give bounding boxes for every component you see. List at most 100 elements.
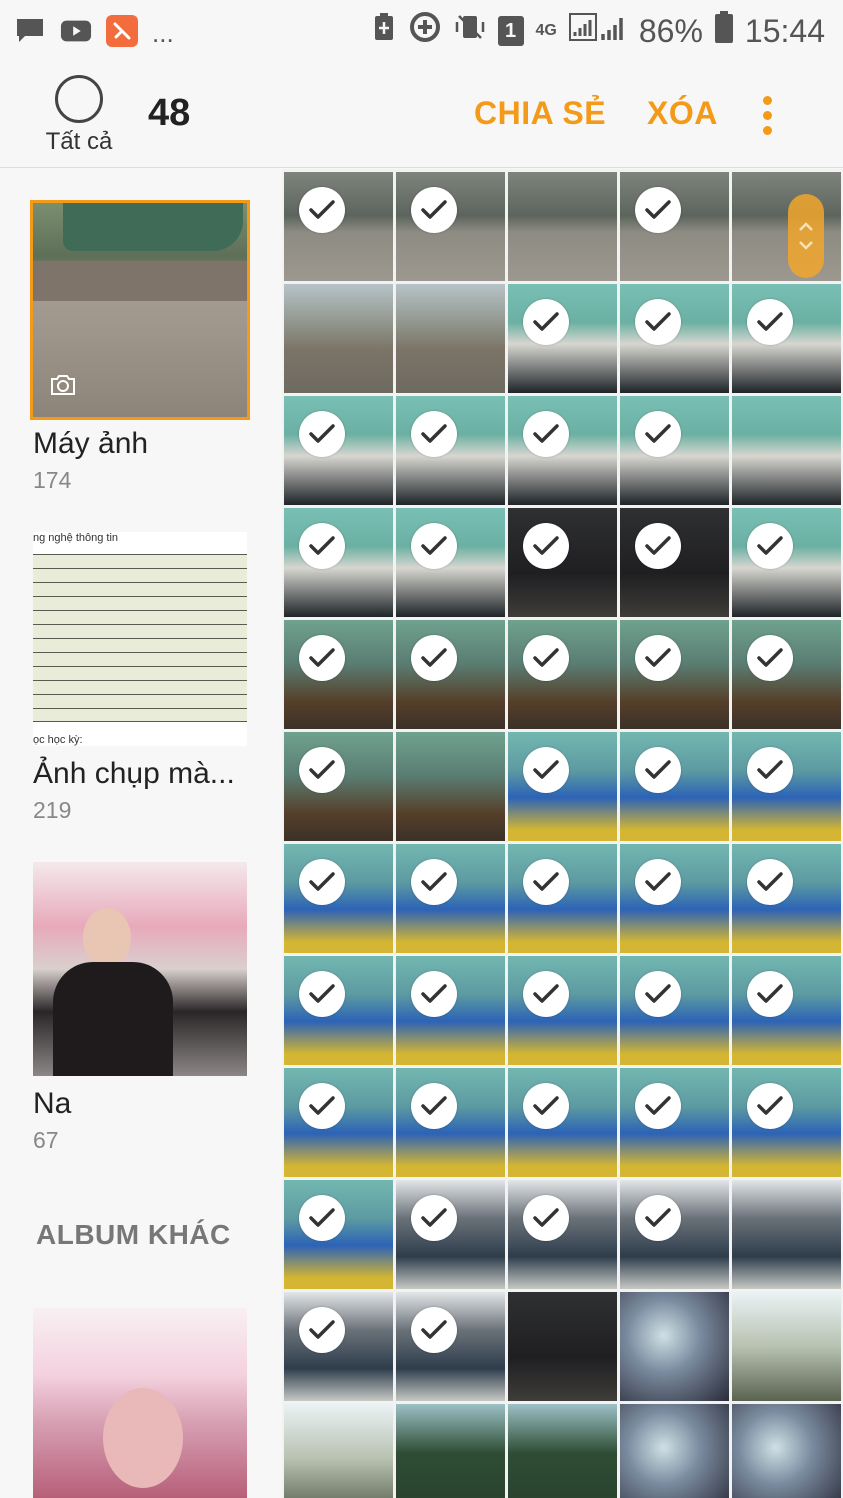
album-thumb-na[interactable] [33, 862, 247, 1076]
photo-thumbnail[interactable] [284, 1180, 393, 1289]
photo-thumbnail[interactable] [732, 1404, 841, 1498]
photo-thumbnail[interactable] [284, 956, 393, 1065]
notification-icons: ... [14, 12, 174, 49]
photo-thumbnail[interactable] [620, 1404, 729, 1498]
photo-thumbnail[interactable] [508, 508, 617, 617]
photo-thumbnail[interactable] [732, 844, 841, 953]
sim-icon: 1 [497, 16, 524, 46]
checkmark-icon [299, 1195, 345, 1241]
photo-thumbnail[interactable] [620, 396, 729, 505]
checkmark-icon [299, 971, 345, 1017]
checkmark-icon [411, 971, 457, 1017]
photo-thumbnail[interactable] [396, 1292, 505, 1401]
photo-thumbnail[interactable] [508, 1292, 617, 1401]
thumb-figure [63, 203, 243, 251]
photo-thumbnail[interactable] [620, 284, 729, 393]
doc-table-line [33, 680, 247, 681]
album-count: 67 [33, 1127, 59, 1153]
photo-thumbnail[interactable] [732, 620, 841, 729]
delete-button[interactable]: XÓA [647, 95, 718, 132]
photo-thumbnail[interactable] [284, 508, 393, 617]
photo-thumbnail[interactable] [508, 1404, 617, 1498]
photo-thumbnail[interactable] [620, 732, 729, 841]
album-thumb-other[interactable] [33, 1308, 247, 1498]
photo-thumbnail[interactable] [732, 508, 841, 617]
photo-thumbnail[interactable] [732, 1292, 841, 1401]
fast-scroll-handle[interactable] [788, 194, 824, 278]
doc-table-line [33, 582, 247, 583]
photo-thumbnail[interactable] [508, 172, 617, 281]
photo-thumbnail[interactable] [284, 732, 393, 841]
photo-thumbnail[interactable] [620, 844, 729, 953]
photo-thumbnail[interactable] [732, 1068, 841, 1177]
photo-thumbnail[interactable] [508, 396, 617, 505]
photo-grid [284, 172, 841, 1498]
photo-thumbnail[interactable] [396, 508, 505, 617]
checkmark-icon [747, 1083, 793, 1129]
photo-thumbnail[interactable] [284, 844, 393, 953]
youtube-icon [60, 15, 92, 47]
photo-thumbnail[interactable] [620, 1180, 729, 1289]
other-albums-heading: ALBUM KHÁC [36, 1219, 231, 1250]
photo-thumbnail[interactable] [620, 1292, 729, 1401]
photo-thumbnail[interactable] [396, 844, 505, 953]
photo-thumbnail[interactable] [508, 620, 617, 729]
photo-thumbnail[interactable] [396, 1180, 505, 1289]
photo-thumbnail[interactable] [284, 1404, 393, 1498]
photo-thumbnail[interactable] [508, 956, 617, 1065]
doc-thumb-header: ng nghệ thông tin [33, 532, 119, 544]
checkmark-icon [523, 747, 569, 793]
photo-thumbnail[interactable] [284, 396, 393, 505]
photo-thumbnail[interactable] [396, 620, 505, 729]
selected-count: 48 [148, 92, 191, 134]
album-count: 174 [33, 467, 72, 493]
photo-thumbnail[interactable] [620, 956, 729, 1065]
checkmark-icon [523, 1083, 569, 1129]
photo-thumbnail[interactable] [508, 284, 617, 393]
checkmark-icon [635, 971, 681, 1017]
photo-thumbnail[interactable] [284, 620, 393, 729]
album-title: Na [33, 1087, 72, 1120]
checkmark-icon [635, 299, 681, 345]
doc-table-line [33, 554, 247, 555]
photo-thumbnail[interactable] [284, 1068, 393, 1177]
status-bar: ... 1 4G 86% 15:44 [0, 0, 843, 62]
checkmark-icon [299, 747, 345, 793]
photo-thumbnail[interactable] [732, 956, 841, 1065]
doc-table-line [33, 624, 247, 625]
photo-thumbnail[interactable] [396, 956, 505, 1065]
photo-thumbnail[interactable] [396, 732, 505, 841]
photo-thumbnail[interactable] [732, 732, 841, 841]
photo-thumbnail[interactable] [620, 508, 729, 617]
share-button[interactable]: CHIA SẺ [474, 95, 606, 132]
photo-thumbnail[interactable] [508, 844, 617, 953]
photo-thumbnail[interactable] [732, 1180, 841, 1289]
photo-thumbnail[interactable] [732, 172, 841, 281]
photo-thumbnail[interactable] [284, 284, 393, 393]
photo-thumbnail[interactable] [284, 172, 393, 281]
photo-thumbnail[interactable] [508, 1180, 617, 1289]
photo-thumbnail[interactable] [620, 1068, 729, 1177]
checkmark-icon [299, 859, 345, 905]
photo-thumbnail[interactable] [508, 732, 617, 841]
photo-thumbnail[interactable] [620, 172, 729, 281]
doc-thumb-footer: ọc học kỳ: [33, 734, 83, 746]
photo-thumbnail[interactable] [284, 1292, 393, 1401]
photo-thumbnail[interactable] [396, 1068, 505, 1177]
album-thumb-camera[interactable] [30, 200, 250, 420]
album-thumb-screenshots[interactable]: ng nghệ thông tin ọc học kỳ: [33, 532, 247, 746]
photo-thumbnail[interactable] [396, 396, 505, 505]
select-all-checkbox[interactable] [55, 75, 103, 123]
checkmark-icon [747, 747, 793, 793]
photo-thumbnail[interactable] [396, 284, 505, 393]
photo-thumbnail[interactable] [620, 620, 729, 729]
checkmark-icon [635, 635, 681, 681]
photo-thumbnail[interactable] [732, 396, 841, 505]
more-options-icon[interactable] [756, 92, 780, 140]
checkmark-icon [635, 411, 681, 457]
photo-thumbnail[interactable] [508, 1068, 617, 1177]
photo-thumbnail[interactable] [396, 172, 505, 281]
doc-thumb-table [33, 554, 247, 722]
photo-thumbnail[interactable] [732, 284, 841, 393]
photo-thumbnail[interactable] [396, 1404, 505, 1498]
